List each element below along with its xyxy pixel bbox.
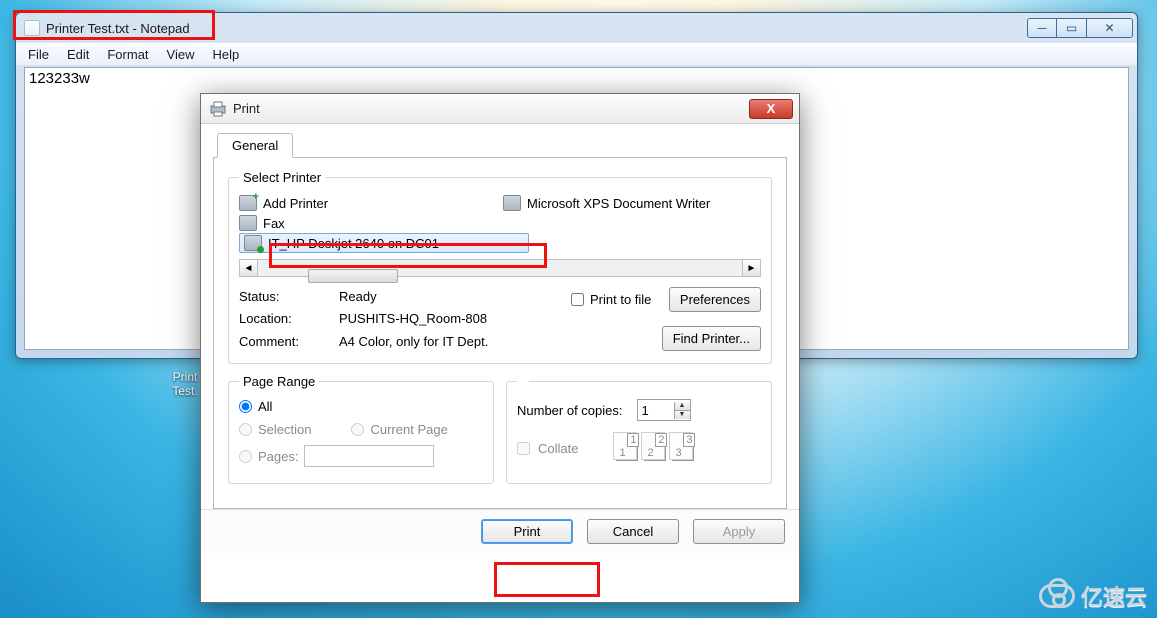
fax-icon [239,215,257,231]
menu-edit[interactable]: Edit [59,45,97,64]
notepad-content: 123233w [29,70,90,87]
dialog-action-bar: Print Cancel Apply [201,509,799,553]
value-comment: A4 Color, only for IT Dept. [339,334,559,349]
find-printer-button[interactable]: Find Printer... [662,326,761,351]
radio-current-page [351,423,364,436]
notepad-icon [24,20,40,36]
label-copies: Number of copies: [517,403,623,418]
menu-view[interactable]: View [159,45,203,64]
notepad-title: Printer Test.txt - Notepad [46,21,1027,36]
value-location: PUSHITS-HQ_Room-808 [339,311,559,326]
printer-icon [503,195,521,211]
menu-file[interactable]: File [20,45,57,64]
group-copies: . Number of copies: ▲ ▼ Col [506,374,772,484]
collate-checkbox [517,442,530,455]
printer-selected-label: IT_HP Deskjet 2640 on DC01 [268,236,439,251]
minimize-button[interactable]: ─ [1027,18,1057,38]
group-page-range: Page Range All Selection Current Page [228,374,494,484]
radio-pages [239,450,252,463]
collate-illustration: 11 22 33 [616,435,694,461]
label-selection: Selection [258,422,311,437]
print-dialog: Print X General Select Printer Add Print… [200,93,800,603]
apply-button: Apply [693,519,785,544]
label-pages: Pages: [258,449,298,464]
radio-selection-row: Selection [239,422,311,437]
label-current-page: Current Page [370,422,447,437]
notepad-menubar: File Edit Format View Help [16,43,1137,65]
value-status: Ready [339,289,559,304]
label-collate: Collate [538,441,578,456]
menu-format[interactable]: Format [99,45,156,64]
print-button[interactable]: Print [481,519,573,544]
copies-up-icon[interactable]: ▲ [674,402,690,410]
print-dialog-close-button[interactable]: X [749,99,793,119]
menu-help[interactable]: Help [204,45,247,64]
notepad-titlebar[interactable]: Printer Test.txt - Notepad ─ ▭ ✕ [16,13,1137,43]
group-select-printer: Select Printer Add Printer Microsoft XPS… [228,170,772,364]
label-all: All [258,399,272,414]
printer-icon [209,101,227,117]
network-printer-icon [244,235,262,251]
label-location: Location: [239,311,339,326]
printer-add[interactable]: Add Printer [263,196,328,211]
radio-selection [239,423,252,436]
tab-panel-general: Select Printer Add Printer Microsoft XPS… [213,158,787,509]
cloud-icon [1039,584,1075,608]
radio-all-row: All [239,399,483,414]
preferences-button[interactable]: Preferences [669,287,761,312]
group-page-range-legend: Page Range [239,374,319,389]
cancel-button[interactable]: Cancel [587,519,679,544]
scroll-thumb[interactable] [308,269,398,283]
label-comment: Comment: [239,334,339,349]
printer-selected[interactable]: IT_HP Deskjet 2640 on DC01 [239,233,529,253]
watermark: 亿速云 [1039,580,1147,612]
watermark-text: 亿速云 [1081,580,1147,612]
radio-current-page-row: Current Page [351,422,447,437]
printer-list[interactable]: Add Printer Microsoft XPS Document Write… [239,193,761,253]
close-button[interactable]: ✕ [1087,18,1133,38]
scroll-left-icon[interactable]: ◄ [240,260,258,276]
scroll-right-icon[interactable]: ► [742,260,760,276]
print-to-file-checkbox[interactable] [571,293,584,306]
group-select-printer-legend: Select Printer [239,170,325,185]
print-dialog-titlebar[interactable]: Print X [201,94,799,124]
radio-all[interactable] [239,400,252,413]
printer-fax[interactable]: Fax [263,216,285,231]
label-status: Status: [239,289,339,304]
add-printer-icon [239,195,257,211]
copies-spinner[interactable]: ▲ ▼ [637,399,691,421]
label-print-to-file: Print to file [590,292,651,307]
maximize-button[interactable]: ▭ [1057,18,1087,38]
tab-general[interactable]: General [217,133,293,158]
radio-pages-row: Pages: [239,445,483,467]
copies-down-icon[interactable]: ▼ [674,410,690,419]
pages-input[interactable] [304,445,434,467]
printer-xps[interactable]: Microsoft XPS Document Writer [527,196,710,211]
copies-input[interactable] [638,400,674,420]
print-dialog-title: Print [233,101,749,116]
printer-list-scrollbar[interactable]: ◄ ► [239,259,761,277]
annotation-print-button-highlight [494,562,600,597]
tab-strip: General [213,132,787,158]
